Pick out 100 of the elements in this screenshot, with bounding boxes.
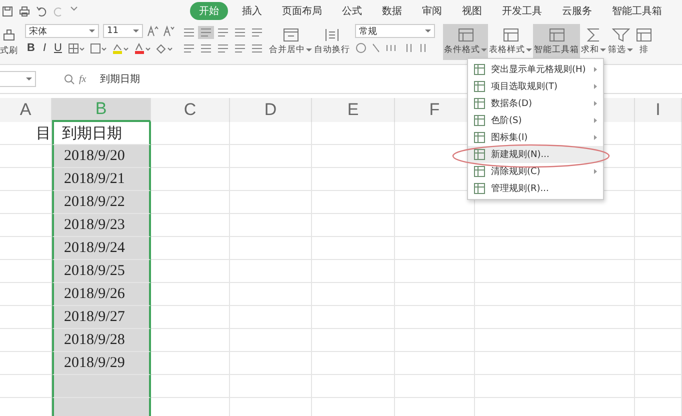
table-icon[interactable] — [456, 28, 474, 42]
table-icon — [474, 183, 485, 194]
toolbar-button[interactable]: 求和 — [580, 24, 607, 60]
wrap-text-icon[interactable] — [324, 28, 340, 42]
print-icon[interactable] — [19, 6, 30, 16]
table-cell — [635, 168, 682, 191]
font-size-field[interactable]: 11 — [103, 24, 143, 38]
table-cell — [635, 352, 682, 375]
table-icon — [474, 149, 485, 160]
toolbar-button[interactable]: 表格样式 — [488, 24, 533, 60]
table-cell: 2018/9/24 — [52, 237, 151, 260]
border-icon[interactable] — [68, 42, 86, 54]
ribbon-tab[interactable]: 智能工具箱 — [612, 2, 662, 20]
table-icon — [474, 64, 485, 75]
column-header[interactable]: E — [312, 98, 395, 122]
dropdown-arrow-icon[interactable] — [600, 48, 606, 52]
fill-color-icon[interactable] — [112, 42, 130, 54]
dropdown-arrow-icon[interactable] — [526, 48, 532, 52]
table-cell — [635, 375, 682, 398]
table-cell: 2018/9/26 — [52, 283, 151, 306]
font-color-icon[interactable] — [134, 42, 152, 54]
cell-style-icon[interactable] — [90, 42, 108, 54]
table-cell: 到期日期 — [52, 122, 151, 145]
ribbon-tab[interactable]: 开发工具 — [502, 2, 542, 20]
merge-cells-icon[interactable] — [282, 28, 298, 42]
dropdown-arrow-icon[interactable] — [481, 48, 487, 52]
ribbon-tab[interactable]: 插入 — [242, 2, 262, 20]
ribbon-tab[interactable]: 数据 — [382, 2, 402, 20]
table-cell — [635, 145, 682, 168]
ribbon-tab[interactable]: 公式 — [342, 2, 362, 20]
table-cell: 2018/9/25 — [52, 260, 151, 283]
zoom-icon[interactable] — [64, 74, 75, 84]
dropdown-arrow-icon[interactable] — [89, 29, 95, 33]
table-cell: 2018/9/29 — [52, 352, 151, 375]
table-cell — [635, 191, 682, 214]
undo-icon[interactable] — [36, 6, 47, 16]
dropdown-arrow-icon[interactable] — [306, 48, 312, 52]
ribbon-tab[interactable]: 云服务 — [562, 2, 592, 20]
align-icon[interactable] — [232, 26, 248, 39]
align-icon[interactable] — [198, 26, 214, 39]
table-icon[interactable] — [635, 28, 653, 42]
decrease-font-icon[interactable] — [163, 25, 175, 37]
table-cell — [635, 329, 682, 352]
table-icon — [474, 132, 485, 143]
filter-icon[interactable] — [612, 28, 630, 42]
align-icon[interactable] — [181, 26, 197, 39]
toolbar-button[interactable]: 智能工具箱 — [533, 24, 580, 60]
dropdown-arrow-icon[interactable] — [425, 29, 431, 33]
underline-button[interactable]: U — [52, 42, 64, 54]
font-name-field[interactable]: 宋体 — [25, 24, 99, 38]
bold-button[interactable]: B — [25, 42, 37, 54]
menu-item[interactable]: 管理规则(R)... — [468, 180, 603, 197]
ribbon-tab[interactable]: 页面布局 — [282, 2, 322, 20]
column-header[interactable]: I — [635, 98, 682, 122]
menu-item[interactable]: 清除规则(C) — [468, 163, 603, 180]
table-cell: 2018/9/20 — [52, 145, 151, 168]
table-cell — [635, 260, 682, 283]
eraser-icon[interactable] — [156, 42, 174, 54]
ribbon-tab[interactable]: 视图 — [462, 2, 482, 20]
dropdown-arrow-icon[interactable] — [627, 48, 633, 52]
toolbar-button[interactable]: 筛选 — [607, 24, 634, 60]
table-cell: 2018/9/21 — [52, 168, 151, 191]
format-painter-button[interactable]: 式刷 — [0, 24, 19, 60]
table-cell — [635, 214, 682, 237]
dropdown-arrow-icon[interactable] — [26, 77, 32, 81]
merge-center-button[interactable]: 合并居中 — [268, 24, 313, 60]
increase-font-icon[interactable] — [147, 25, 159, 37]
column-header[interactable]: A — [0, 98, 52, 122]
align-icon[interactable] — [232, 42, 248, 55]
table-cell — [635, 237, 682, 260]
dropdown-icon[interactable] — [70, 6, 78, 12]
toolbar-button[interactable]: 排 — [634, 24, 654, 60]
table-cell — [635, 306, 682, 329]
align-icon[interactable] — [215, 26, 231, 39]
table-cell — [635, 283, 682, 306]
brush-icon[interactable] — [1, 27, 17, 43]
align-icon[interactable] — [215, 42, 231, 55]
align-icon[interactable] — [249, 26, 265, 39]
table-cell: 2018/9/27 — [52, 306, 151, 329]
ribbon-tab[interactable]: 审阅 — [422, 2, 442, 20]
column-header[interactable]: D — [230, 98, 312, 122]
italic-button[interactable]: I — [40, 42, 48, 54]
wrap-text-button[interactable]: 自动换行 — [313, 24, 351, 60]
align-icon[interactable] — [249, 42, 265, 55]
number-format-field[interactable]: 常规 — [355, 24, 435, 38]
table-icon[interactable] — [502, 28, 520, 42]
function-button[interactable]: fx — [79, 74, 86, 84]
dropdown-arrow-icon[interactable] — [133, 29, 139, 33]
table-icon — [474, 81, 485, 92]
menu-item[interactable]: 图标集(I) — [468, 129, 603, 146]
align-icon[interactable] — [181, 42, 197, 55]
table-icon[interactable] — [548, 28, 566, 42]
table-cell: 2018/9/22 — [52, 191, 151, 214]
align-icon[interactable] — [198, 42, 214, 55]
table-cell: 2018/9/28 — [52, 329, 151, 352]
menu-item[interactable]: 新建规则(N)... — [468, 146, 603, 163]
save-icon[interactable] — [2, 6, 13, 16]
table-icon — [474, 166, 485, 177]
toolbar-button[interactable]: 条件格式 — [443, 24, 488, 60]
column-header[interactable]: C — [151, 98, 230, 122]
